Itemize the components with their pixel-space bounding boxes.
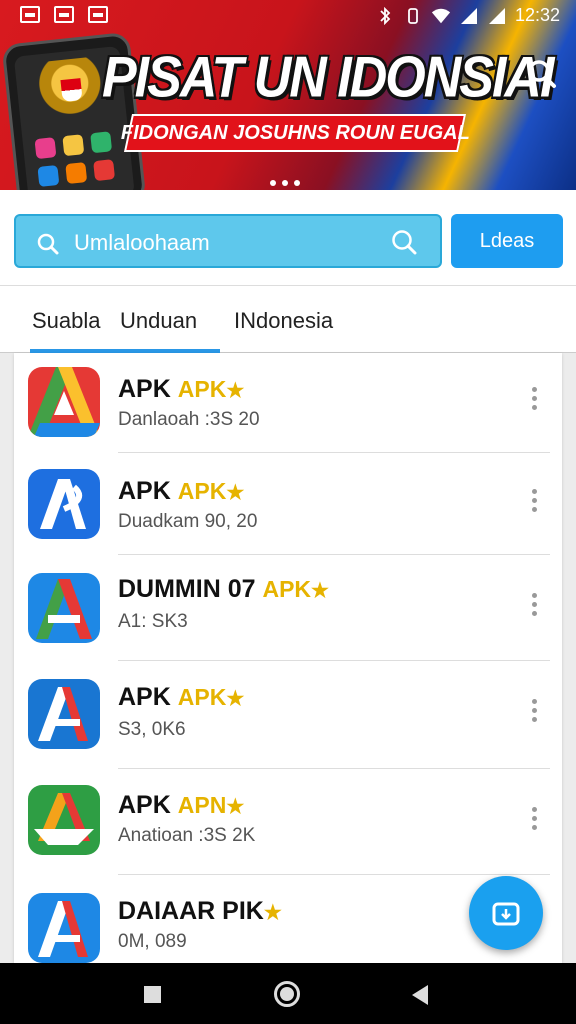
search-icon [37, 233, 59, 255]
download-box-icon [492, 902, 520, 926]
blue-red-a-logo-icon [28, 679, 100, 749]
app-title: APK APK★ [118, 375, 245, 403]
more-options-icon[interactable] [530, 387, 538, 415]
tab-unduan[interactable]: Unduan [120, 308, 197, 334]
star-icon: ★ [263, 902, 282, 924]
more-options-icon[interactable] [530, 699, 538, 727]
home-button[interactable] [274, 981, 300, 1007]
search-icon[interactable] [526, 58, 558, 90]
app-subtitle: Danlaoah :3S 20 [118, 409, 260, 430]
signal-icon [460, 7, 477, 24]
apk-badge: APK [177, 376, 227, 402]
vibrate-icon [408, 7, 418, 24]
app-subtitle: A1: SK3 [118, 611, 188, 632]
list-item[interactable]: DUMMIN 07 APK★ A1: SK3 [14, 555, 562, 661]
app-icon [65, 162, 88, 185]
carousel-indicator [270, 180, 300, 186]
google-drive-style-icon [28, 367, 100, 437]
list-item[interactable]: APK APK★ S3, 0K6 [14, 661, 562, 769]
app-subtitle: S3, 0K6 [118, 719, 186, 740]
app-title: DAIAAR PIK★ [118, 897, 282, 925]
tab-indonesia[interactable]: INdonesia [234, 308, 333, 334]
green-a-logo-icon [28, 785, 100, 855]
tab-suabla[interactable]: Suabla [32, 308, 101, 334]
blue-a-logo-icon [28, 469, 100, 539]
tab-bar: Suabla Unduan INdonesia [0, 285, 576, 353]
app-title: APK APK★ [118, 683, 245, 711]
status-bar: 12:32 [0, 0, 576, 30]
more-options-icon[interactable] [530, 489, 538, 517]
search-input-value: Umlaloohaam [74, 230, 210, 255]
shield-icon [60, 78, 83, 103]
app-title: APK APK★ [118, 477, 245, 505]
floating-action-button[interactable] [469, 876, 543, 950]
list-item[interactable]: APK APK★ Danlaoah :3S 20 [14, 353, 562, 453]
app-subtitle: Duadkam 90, 20 [118, 511, 258, 532]
star-icon: ★ [226, 796, 245, 818]
list-item[interactable]: APK APN★ Anatioan :3S 2K [14, 769, 562, 875]
star-icon: ★ [226, 380, 245, 402]
apk-badge: APK [262, 576, 312, 602]
signal-icon [488, 7, 505, 24]
star-icon: ★ [226, 482, 245, 504]
app-icon [34, 137, 57, 160]
app-icon [93, 159, 116, 182]
blue-a-logo-icon [28, 893, 100, 963]
clock: 12:32 [514, 5, 560, 25]
notification-icon [88, 6, 108, 23]
notification-icon [54, 6, 74, 23]
apk-badge: APK [177, 478, 227, 504]
app-title: APK APN★ [118, 791, 245, 819]
notification-icon [20, 6, 40, 23]
app-subtitle: 0M, 089 [118, 931, 187, 952]
star-icon: ★ [226, 688, 245, 710]
app-subtitle: Anatioan :3S 2K [118, 825, 256, 846]
apk-badge: APK [177, 684, 227, 710]
search-button[interactable]: Ldeas [451, 214, 563, 268]
search-icon[interactable] [390, 228, 418, 256]
app-title: DUMMIN 07 APK★ [118, 575, 329, 603]
list-item[interactable]: APK APK★ Duadkam 90, 20 [14, 453, 562, 555]
search-input[interactable]: Umlaloohaam [14, 214, 442, 268]
app-icon [62, 134, 85, 157]
recents-button[interactable] [144, 986, 161, 1003]
app-list: APK APK★ Danlaoah :3S 20 APK APK★ Duadka… [14, 353, 562, 963]
apk-badge: APN [177, 792, 227, 818]
bluetooth-icon [380, 6, 391, 25]
system-nav-bar [0, 963, 576, 1024]
app-icon [37, 164, 60, 187]
more-options-icon[interactable] [530, 807, 538, 835]
search-row: Umlaloohaam Ldeas [0, 190, 576, 285]
banner-title: PISAT UN IDONSIAI [102, 46, 554, 110]
tricolor-a-logo-icon [28, 573, 100, 643]
star-icon: ★ [311, 580, 329, 602]
app-icon [90, 131, 113, 154]
more-options-icon[interactable] [530, 593, 538, 621]
back-button[interactable] [412, 985, 428, 1005]
banner-subtitle: FIDONGAN JOSUHNS ROUN EUGAL [121, 114, 469, 152]
wifi-icon [431, 8, 451, 23]
